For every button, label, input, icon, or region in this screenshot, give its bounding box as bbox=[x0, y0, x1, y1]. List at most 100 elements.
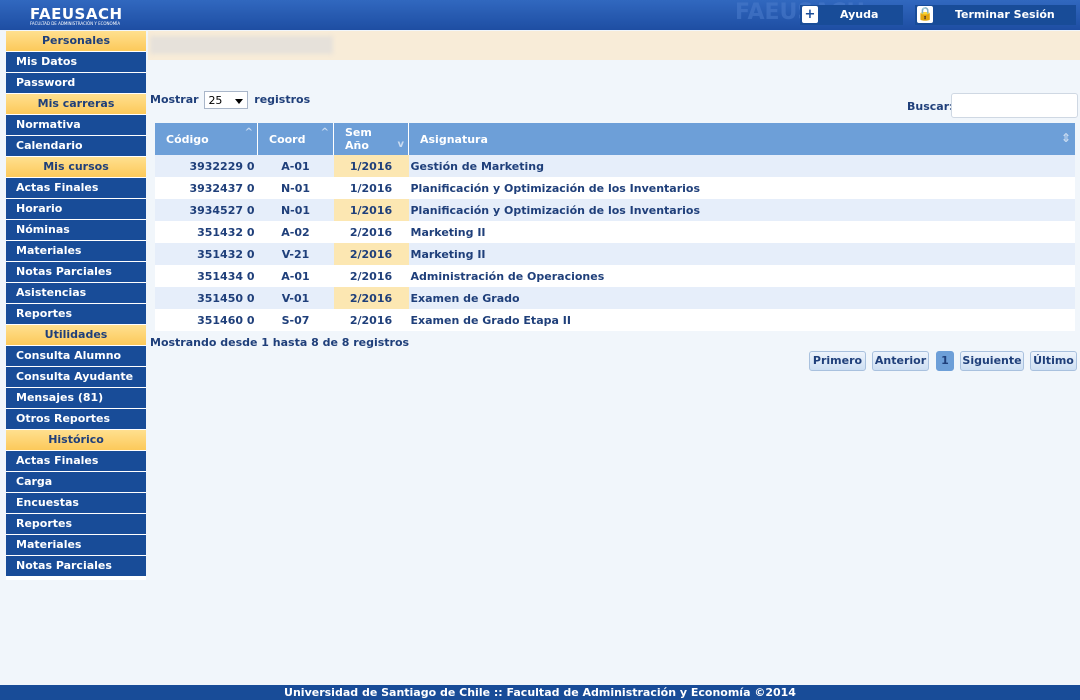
breadcrumb-bar bbox=[148, 31, 1080, 60]
sort-asc-icon: ^ bbox=[320, 127, 329, 138]
table-row[interactable]: 3932229 0 A-01 1/2016 Gestión de Marketing bbox=[155, 155, 1075, 177]
cell-coord: A-02 bbox=[257, 221, 334, 243]
cell-sem: 2/2016 bbox=[333, 221, 409, 243]
sidebar-item[interactable]: Carga bbox=[6, 472, 146, 493]
sidebar-item[interactable]: Asistencias bbox=[6, 283, 146, 304]
sidebar-item[interactable]: Normativa bbox=[6, 115, 146, 136]
sidebar-section-title: Utilidades bbox=[6, 325, 146, 346]
page-length-control: Mostrar 25 registros bbox=[150, 90, 310, 110]
sidebar-section-title: Mis cursos bbox=[6, 157, 146, 178]
page-length-select[interactable]: 25 bbox=[204, 91, 249, 109]
sidebar-item[interactable]: Consulta Alumno bbox=[6, 346, 146, 367]
logout-label: Terminar Sesión bbox=[955, 8, 1055, 21]
cell-codigo: 351450 0 bbox=[155, 287, 258, 309]
table-header-row: Código ^ Coord ^ Sem Año v Asignatura ⇕ bbox=[155, 123, 1075, 155]
cell-asignatura: Administración de Operaciones bbox=[408, 265, 1075, 287]
pagination-next-button[interactable]: Siguiente bbox=[960, 351, 1024, 371]
sidebar-item[interactable]: Actas Finales bbox=[6, 451, 146, 472]
table-body: 3932229 0 A-01 1/2016 Gestión de Marketing 3… bbox=[155, 155, 1075, 331]
cell-coord: V-01 bbox=[257, 287, 334, 309]
cell-asignatura: Gestión de Marketing bbox=[408, 155, 1075, 177]
sidebar-item[interactable]: Password bbox=[6, 73, 146, 94]
sidebar-item[interactable]: Materiales bbox=[6, 535, 146, 556]
cell-codigo: 3932437 0 bbox=[155, 177, 258, 199]
sidebar-section-title: Mis carreras bbox=[6, 94, 146, 115]
cell-asignatura: Examen de Grado Etapa II bbox=[408, 309, 1075, 331]
pagination-page-1-button[interactable]: 1 bbox=[936, 351, 954, 371]
sort-asc-icon: ^ bbox=[244, 127, 253, 138]
table-row[interactable]: 3932437 0 N-01 1/2016 Planificación y Optim… bbox=[155, 177, 1075, 199]
cell-sem: 1/2016 bbox=[333, 155, 409, 177]
table-row[interactable]: 351432 0 A-02 2/2016 Marketing II bbox=[155, 221, 1075, 243]
first-aid-icon: + bbox=[802, 6, 818, 23]
cell-sem: 2/2016 bbox=[333, 265, 409, 287]
cell-asignatura: Examen de Grado bbox=[408, 287, 1075, 309]
pagination-last-button[interactable]: Último bbox=[1030, 351, 1077, 371]
cell-codigo: 3934527 0 bbox=[155, 199, 258, 221]
sidebar-section-title: Histórico bbox=[6, 430, 146, 451]
lock-icon: 🔒 bbox=[917, 6, 934, 23]
search-label: Buscar: bbox=[907, 100, 954, 113]
cell-sem: 2/2016 bbox=[333, 243, 409, 265]
sidebar-section-title: Personales bbox=[6, 31, 146, 52]
cell-coord: A-01 bbox=[257, 155, 334, 177]
sidebar-item[interactable]: Reportes bbox=[6, 514, 146, 535]
cell-sem: 2/2016 bbox=[333, 309, 409, 331]
cell-codigo: 351432 0 bbox=[155, 243, 258, 265]
table-row[interactable]: 3934527 0 N-01 1/2016 Planificación y Optim… bbox=[155, 199, 1075, 221]
col-header-sem[interactable]: Sem Año v bbox=[333, 123, 409, 155]
courses-table: Código ^ Coord ^ Sem Año v Asignatura ⇕ 39322… bbox=[155, 123, 1075, 331]
cell-coord: S-07 bbox=[257, 309, 334, 331]
sidebar-item[interactable]: Encuestas bbox=[6, 493, 146, 514]
col-header-codigo[interactable]: Código ^ bbox=[155, 123, 258, 155]
col-header-asignatura[interactable]: Asignatura ⇕ bbox=[408, 123, 1075, 155]
footer: Universidad de Santiago de Chile :: Facu… bbox=[0, 685, 1080, 700]
cell-coord: N-01 bbox=[257, 199, 334, 221]
sidebar-item[interactable]: Otros Reportes bbox=[6, 409, 146, 430]
sidebar-item[interactable]: Consulta Ayudante bbox=[6, 367, 146, 388]
sidebar-item[interactable]: Notas Parciales bbox=[6, 556, 146, 577]
cell-coord: V-21 bbox=[257, 243, 334, 265]
cell-sem: 1/2016 bbox=[333, 177, 409, 199]
pagination-first-button[interactable]: Primero bbox=[809, 351, 866, 371]
sort-both-icon: ⇕ bbox=[1060, 131, 1071, 145]
cell-codigo: 351460 0 bbox=[155, 309, 258, 331]
cell-coord: A-01 bbox=[257, 265, 334, 287]
col-header-coord[interactable]: Coord ^ bbox=[257, 123, 334, 155]
cell-asignatura: Planificación y Optimización de los Inve… bbox=[408, 177, 1075, 199]
help-button[interactable]: + Ayuda bbox=[800, 5, 903, 25]
faeusach-logo[interactable]: FAEUSACH FACULTAD DE ADMINISTRACIÓN Y EC… bbox=[30, 5, 123, 26]
sidebar-item[interactable]: Reportes bbox=[6, 304, 146, 325]
sidebar-item[interactable]: Nóminas bbox=[6, 220, 146, 241]
cell-coord: N-01 bbox=[257, 177, 334, 199]
table-row[interactable]: 351432 0 V-21 2/2016 Marketing II bbox=[155, 243, 1075, 265]
cell-asignatura: Marketing II bbox=[408, 221, 1075, 243]
dropdown-arrow-icon bbox=[235, 99, 244, 104]
cell-asignatura: Planificación y Optimización de los Inve… bbox=[408, 199, 1075, 221]
table-row[interactable]: 351434 0 A-01 2/2016 Administración de Oper… bbox=[155, 265, 1075, 287]
pagination-previous-button[interactable]: Anterior bbox=[872, 351, 929, 371]
table-info-text: Mostrando desde 1 hasta 8 de 8 registros bbox=[150, 336, 410, 349]
table-row[interactable]: 351450 0 V-01 2/2016 Examen de Grado bbox=[155, 287, 1075, 309]
records-label: registros bbox=[254, 93, 311, 106]
sidebar-item[interactable]: Horario bbox=[6, 199, 146, 220]
sidebar-item[interactable]: Calendario bbox=[6, 136, 146, 157]
sidebar-menu: Personales Mis Datos Password Mis carreras N… bbox=[6, 31, 146, 580]
top-bar: FAEUSACH FACULTAD DE ADMINISTRACIÓN Y EC… bbox=[0, 0, 1080, 30]
show-label: Mostrar bbox=[150, 93, 199, 106]
logout-button[interactable]: 🔒 Terminar Sesión bbox=[915, 5, 1076, 25]
sidebar-item[interactable]: Actas Finales bbox=[6, 178, 146, 199]
cell-codigo: 3932229 0 bbox=[155, 155, 258, 177]
cell-codigo: 351432 0 bbox=[155, 221, 258, 243]
breadcrumb-blurred bbox=[150, 36, 333, 54]
help-label: Ayuda bbox=[840, 8, 879, 21]
sidebar-item[interactable]: Mis Datos bbox=[6, 52, 146, 73]
search-input[interactable] bbox=[951, 93, 1078, 118]
table-row[interactable]: 351460 0 S-07 2/2016 Examen de Grado Etapa … bbox=[155, 309, 1075, 331]
sidebar-item[interactable]: Materiales bbox=[6, 241, 146, 262]
cell-codigo: 351434 0 bbox=[155, 265, 258, 287]
logo-subtext: FACULTAD DE ADMINISTRACIÓN Y ECONOMÍA bbox=[30, 21, 121, 26]
sidebar-item[interactable]: Mensajes (81) bbox=[6, 388, 146, 409]
sidebar-item[interactable]: Notas Parciales bbox=[6, 262, 146, 283]
cell-asignatura: Marketing II bbox=[408, 243, 1075, 265]
